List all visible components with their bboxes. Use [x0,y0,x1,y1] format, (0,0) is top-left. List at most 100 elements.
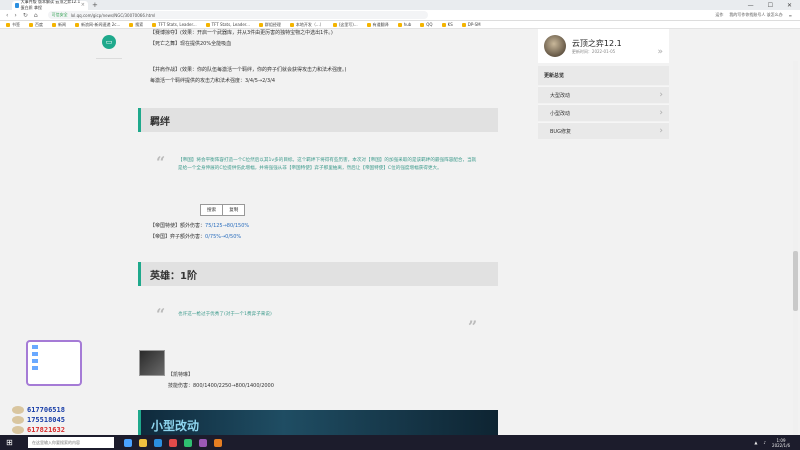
secure-label: 可信安全 [51,12,68,17]
bookmarks-bar: 书签 百度 新闻 新浪网-新闻速递 2c... 搜索 TFT Stats, Le… [0,21,800,29]
tab-favicon-icon [15,2,19,8]
patch-title: 云顶之弈12.1 [571,38,622,48]
taskbar-apps [124,438,222,447]
bookmark-item[interactable]: 搜索 [129,22,143,28]
copy-button[interactable]: 复制 [222,205,244,215]
qq-group-number: 175518045 [12,416,65,424]
bookmark-icon [75,22,79,27]
bookmark-item[interactable]: KS [441,22,453,27]
bookmark-item[interactable]: 群组经理 [258,22,281,28]
patch-avatar [544,35,566,57]
open-quote-icon: “ [156,153,166,172]
left-float: ▭ [96,35,122,63]
network-icon[interactable]: ▲ [754,440,757,445]
browser-tab[interactable]: 大事件版 版本解读 云顶之弈12.1 蛋白质 拿捏 × [12,0,88,10]
bookmark-icon [205,22,210,27]
bookmark-icon [461,22,466,27]
quote-text: 【帝国】将会平衡阵容打造一个C位然后以其1v多的目标。这个羁绊下将得有些历害，本… [178,158,477,171]
checkbox-icon [32,345,38,349]
folder-icon[interactable] [139,438,147,447]
app-icon[interactable] [214,438,222,447]
chevron-right-icon: › [659,108,663,118]
maximize-icon[interactable]: ☐ [768,2,773,9]
address-bar: ‹ › ↻ ⌂ 可信安全 lol.qq.com/gicp/news/NGC/30… [0,10,800,21]
bookmark-icon [420,22,425,27]
overview-heading: 更新总览 [538,66,669,85]
hero-stat: 技能伤害：800/1400/2250→800/1400/2000 [168,383,274,389]
windows-start-icon[interactable]: ⊞ [6,438,13,447]
qq-avatar-icon [12,406,24,414]
bookmark-item[interactable]: 书签 [6,22,20,28]
sidebar-item-minor[interactable]: 小型改动 › [538,104,669,121]
sidebar-item-major[interactable]: 大型改动 › [538,86,669,103]
intro-line: 每激活一个羁绊提供的攻击力和法术强度：3/4/5→2/3/4 [150,78,276,84]
double-chevron-icon[interactable]: » [657,47,663,57]
bookmark-item[interactable]: DP-SM [461,22,481,27]
volume-icon[interactable]: ♪ [763,440,766,445]
forward-icon[interactable]: › [14,12,16,19]
taskbar: ⊞ 在这里输入你要搜索的内容 ▲ ♪ 1:09 2022/1/6 [0,435,800,450]
hero-portrait [139,350,165,376]
bookmark-item[interactable]: TFT Stats, Leader... [152,22,197,27]
chevron-right-icon: › [659,90,663,100]
new-tab-button[interactable]: + [92,1,98,9]
qq-avatar-icon [12,426,24,434]
app-icon[interactable] [184,438,192,447]
stat-line: 【帝国特使】额外伤害：75/125→80/150% [150,223,250,229]
bookmark-item[interactable]: TFT Stats, Leader... [205,22,250,27]
sidebar-item-bugfix[interactable]: BUG修复 › [538,122,669,139]
bookmark-icon [258,22,263,27]
address-right-tools: 运作 我的写作你找账号人 该怎么办 ≡ [715,12,800,18]
close-tab-icon[interactable]: × [81,2,85,8]
refresh-icon[interactable]: ↻ [23,12,28,19]
bookmark-item[interactable]: 新浪网-新闻速递 2c... [75,22,120,28]
bookmark-item[interactable]: hub [397,22,411,27]
browser-tab-bar: 大事件版 版本解读 云顶之弈12.1 蛋白质 拿捏 × + — ☐ ✕ [0,0,800,10]
menu-icon[interactable]: ≡ [789,13,792,18]
app-icon[interactable] [169,438,177,447]
bookmark-icon [441,22,446,27]
intro-line: 【赛博掠夺】(效果：开启一个武器库，并从3件由更厉害的独特宝物之中选出1件。) [150,30,333,36]
checkbox-icon [32,366,38,370]
search-button[interactable]: 搜索 [201,205,222,215]
bookmark-item[interactable]: QQ [420,22,433,27]
bookmark-item[interactable]: (这里写)... [332,22,358,28]
browser-icon[interactable] [154,438,162,447]
close-quote-icon: ” [468,317,478,336]
edge-icon[interactable] [124,438,132,447]
intro-line: 【并肩作战】(效果：你的队伍每激活一个羁绊，你的弈子们就会获得攻击力和法术强度。… [150,67,347,73]
intro-line: 【死亡之舞】现在提供20%全能吸血 [150,41,232,47]
chat-icon[interactable]: ▭ [102,35,116,49]
home-icon[interactable]: ⌂ [34,12,38,19]
clock[interactable]: 1:09 2022/1/6 [772,438,790,448]
window-controls: — ☐ ✕ [748,2,800,9]
app-icon[interactable] [199,438,207,447]
close-window-icon[interactable]: ✕ [787,2,792,9]
minimize-icon[interactable]: — [748,2,754,9]
bookmark-icon [289,22,294,27]
stat-line: 【帝国】弈子额外伤害：0/75%→0/50% [150,234,242,240]
url-input[interactable]: 可信安全 lol.qq.com/gicp/news/NGC/30070066.h… [47,11,428,19]
open-quote-icon: “ [156,305,166,324]
page-scrollbar[interactable] [793,61,798,435]
system-tray: ▲ ♪ 1:09 2022/1/6 [754,438,800,448]
bookmark-item[interactable]: 百度 [29,22,43,28]
qq-group-number: 617821632 [12,426,65,434]
taskbar-search-input[interactable]: 在这里输入你要搜索的内容 [28,437,114,448]
chevron-right-icon: › [659,126,663,136]
bookmark-icon [29,22,33,27]
toolbar-label-1[interactable]: 运作 [715,12,723,18]
bookmark-item[interactable]: 有道翻译 [366,22,389,28]
back-icon[interactable]: ‹ [6,12,8,19]
bookmark-item[interactable]: 本地开发（...） [289,22,324,28]
toolbar-label-2[interactable]: 我的写作你找账号人 该怎么办 [729,12,782,18]
bookmark-item[interactable]: 新闻 [52,22,66,28]
section-title-traits: 羁绊 [138,108,498,132]
quote-text: 也许这一枪过于优秀了(对于一个1费弈子来说) [178,312,272,317]
minor-changes-banner: 小型改动 [138,410,498,435]
scrollbar-thumb[interactable] [793,251,798,311]
url-text: lol.qq.com/gicp/news/NGC/30070066.html [70,12,156,18]
sidebar: 云顶之弈12.1 更新时间：2022-01-05 » 更新总览 大型改动 › 小型… [538,29,669,139]
bookmark-icon [52,22,56,27]
hero-name: 【凯特琳】 [168,372,194,378]
